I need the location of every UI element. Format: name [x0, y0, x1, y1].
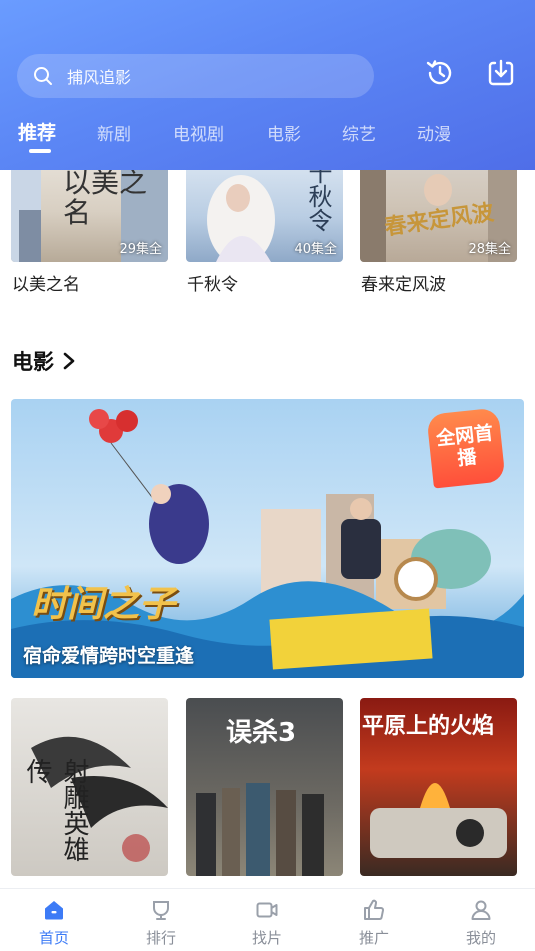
movie-poster-1-art-text: 射雕英雄传 [22, 758, 89, 862]
movie-logo-text: 时间之子 [31, 583, 176, 625]
nav-home[interactable]: 首页 [24, 897, 84, 948]
episode-count-badge: 28集全 [468, 242, 511, 257]
home-icon [41, 897, 67, 923]
drama-title-1[interactable]: 以美之名 [12, 270, 80, 295]
category-tabs: 推荐 新剧 电视剧 电影 综艺 动漫 [0, 116, 535, 156]
search-placeholder: 捕风追影 [67, 68, 132, 87]
episode-count-badge: 29集全 [119, 242, 162, 257]
history-button[interactable] [423, 58, 457, 92]
banner-caption: 宿命爱情跨时空重逢 [23, 645, 195, 667]
nav-mine[interactable]: 我的 [451, 897, 511, 948]
tab-recommend[interactable]: 推荐 [18, 118, 56, 145]
nav-home-label: 首页 [38, 929, 69, 947]
movie-poster-3-art-text: 平原上的火焰 [362, 714, 495, 739]
app-screen: 捕风追影 推荐 新剧 电视剧 电影 综艺 动漫 以美之名 29集全 以美之名 千… [0, 0, 535, 951]
download-button[interactable] [484, 58, 518, 92]
nav-promote-label: 推广 [358, 929, 389, 947]
chevron-right-icon [62, 351, 76, 371]
top-header: 捕风追影 推荐 新剧 电视剧 电影 综艺 动漫 [0, 0, 535, 170]
bottom-navigation: 首页 排行 找片 推广 我的 [0, 888, 535, 951]
tab-tv-series[interactable]: 电视剧 [173, 120, 224, 145]
section-title: 电影 [12, 350, 54, 374]
search-icon [33, 66, 53, 86]
tab-variety[interactable]: 综艺 [342, 120, 376, 145]
nav-find-movie-label: 找片 [251, 929, 282, 947]
thumbs-up-icon [361, 897, 387, 923]
history-icon [424, 57, 456, 93]
nav-ranking[interactable]: 排行 [131, 897, 191, 948]
drama-title-3[interactable]: 春来定风波 [361, 270, 446, 295]
drama-poster-1-art-text: 以美之名 [63, 166, 148, 229]
movie-poster-3[interactable]: 平原上的火焰 [360, 698, 517, 876]
nav-mine-label: 我的 [465, 929, 496, 947]
movie-poster-2[interactable]: 误杀3 [186, 698, 343, 876]
ranking-icon [148, 897, 174, 923]
search-bar[interactable]: 捕风追影 [17, 54, 374, 98]
nav-ranking-label: 排行 [145, 929, 176, 947]
tab-new-drama[interactable]: 新剧 [97, 120, 131, 145]
premiere-badge: 全网首播 [426, 407, 506, 489]
nav-promote[interactable]: 推广 [344, 897, 404, 948]
episode-count-badge: 40集全 [294, 242, 337, 257]
tab-movies[interactable]: 电影 [267, 120, 301, 145]
tab-anime[interactable]: 动漫 [417, 120, 451, 145]
download-icon [485, 57, 517, 93]
drama-title-2[interactable]: 千秋令 [187, 270, 238, 295]
nav-find-movie[interactable]: 找片 [237, 897, 297, 948]
drama-poster-2-art-text: 千秋令 [304, 160, 332, 232]
featured-movie-banner[interactable]: 全网首播 时间之子 宿命爱情跨时空重逢 [11, 399, 524, 678]
video-icon [254, 897, 280, 923]
movie-poster-2-art-text: 误杀3 [226, 718, 297, 748]
active-tab-indicator [29, 149, 51, 153]
movie-poster-1[interactable]: 射雕英雄传 [11, 698, 168, 876]
movie-section-header[interactable]: 电影 [12, 346, 76, 376]
user-icon [468, 897, 494, 923]
